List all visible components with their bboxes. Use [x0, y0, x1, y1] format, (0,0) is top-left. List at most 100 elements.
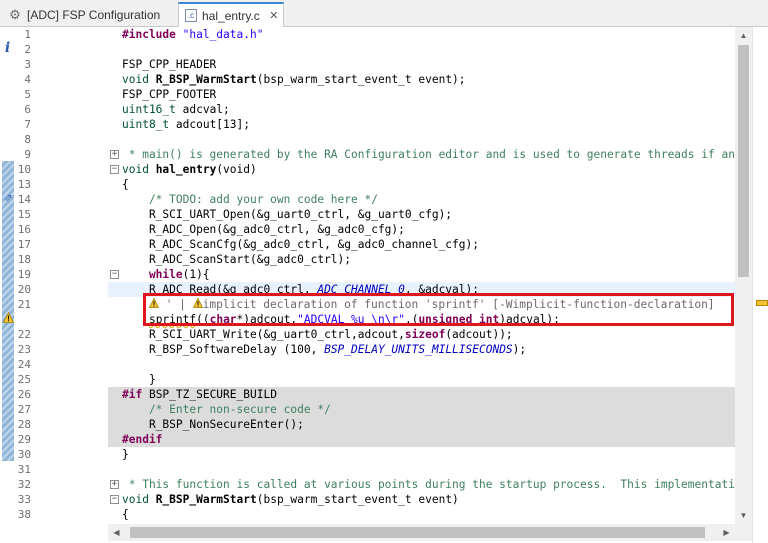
code-token: (bsp_warm_start_event_t event); — [256, 73, 466, 86]
code-token: void — [122, 73, 149, 86]
horizontal-scroll-thumb[interactable] — [130, 527, 705, 538]
scroll-left-icon[interactable]: ◀ — [108, 524, 125, 541]
code-token: BSP_DELAY_UNITS_MILLISECONDS — [324, 343, 513, 356]
code-line: FSP_CPP_HEADER — [122, 58, 217, 71]
code-line: /* Enter non-secure code */ — [108, 402, 735, 417]
code-comment: /* Enter non-secure code */ — [122, 403, 331, 416]
code-line: R_ADC_ScanCfg(&g_adc0_ctrl, &g_adc0_chan… — [122, 238, 479, 251]
overview-ruler[interactable] — [752, 27, 768, 543]
code-token: adcval; — [175, 103, 230, 116]
line-number: 23 — [17, 343, 31, 356]
line-number: 30 — [17, 448, 31, 461]
line-number — [15, 312, 31, 327]
tab-hal-entry-c[interactable]: .c hal_entry.c ✕ — [178, 2, 284, 27]
line-number: 29 — [17, 433, 31, 446]
code-token: sizeof — [404, 328, 446, 341]
warning-marker[interactable] — [756, 300, 768, 306]
close-tab-icon[interactable]: ✕ — [268, 9, 280, 22]
editor-tab-bar: ⚙ [ADC] FSP Configuration .c hal_entry.c… — [0, 0, 768, 27]
code-line: void R_BSP_WarmStart(bsp_warm_start_even… — [108, 72, 735, 87]
code-token: #if — [122, 388, 143, 401]
line-number: 13 — [17, 178, 31, 191]
code-token: hal_entry — [148, 163, 217, 176]
code-line: FSP_CPP_FOOTER — [122, 88, 217, 101]
line-number: 6 — [24, 103, 31, 116]
code-line: { — [122, 508, 129, 521]
line-number: 3 — [24, 58, 31, 71]
code-token: R_BSP_WarmStart — [148, 493, 257, 506]
code-line: { — [122, 178, 129, 191]
code-line: R_BSP_SoftwareDelay (100, BSP_DELAY_UNIT… — [108, 342, 735, 357]
line-number: 19 — [17, 268, 31, 281]
line-number: 22 — [17, 328, 31, 341]
quick-diff-change-bar — [2, 161, 14, 461]
line-number: 24 — [17, 358, 31, 371]
tab-label: hal_entry.c — [202, 8, 260, 23]
code-comment: * main() is generated by the RA Configur… — [128, 148, 735, 161]
line-number: 2 — [24, 43, 31, 56]
line-number: 15 — [17, 208, 31, 221]
code-line: R_BSP_NonSecureEnter(); — [108, 417, 735, 432]
code-token: (1){ — [182, 268, 210, 281]
code-token: void — [122, 163, 149, 176]
line-number: 7 — [24, 118, 31, 131]
code-token: void — [122, 493, 149, 506]
line-number: 10 — [17, 163, 31, 176]
code-editor[interactable]: i ⇗ 1 2 3 4 5 6 7 8 9 10 13 14 15 16 17 … — [0, 27, 768, 543]
scroll-right-icon[interactable]: ▶ — [718, 524, 735, 541]
code-line: R_SCI_UART_Write(&g_uart0_ctrl,adcout,si… — [108, 327, 735, 342]
code-line: uint8_t adcout[13]; — [108, 117, 735, 132]
line-number: 18 — [17, 253, 31, 266]
scrollbar-corner — [735, 524, 752, 541]
warning-icon[interactable] — [2, 311, 15, 323]
code-line: /* TODO: add your own code here */ — [108, 192, 735, 207]
line-number-ruler: 1 2 3 4 5 6 7 8 9 10 13 14 15 16 17 18 1… — [15, 27, 119, 543]
code-token: R_SCI_UART_Write(&g_uart0_ctrl,adcout, — [122, 328, 405, 341]
code-token: uint16_t — [122, 103, 176, 116]
code-token: "hal_data.h" — [175, 28, 264, 41]
info-icon[interactable]: i — [2, 41, 13, 55]
override-indicator-icon[interactable]: ⇗ — [3, 193, 14, 204]
line-number: 38 — [17, 508, 31, 521]
line-number: 32 — [17, 478, 31, 491]
code-line: * This function is called at various poi… — [108, 477, 735, 492]
scroll-down-icon[interactable]: ▼ — [735, 507, 752, 524]
red-highlight-annotation — [143, 293, 734, 326]
line-number: 20 — [17, 283, 31, 296]
gear-icon: ⚙ — [9, 6, 21, 22]
line-number: 16 — [17, 223, 31, 236]
scroll-up-icon[interactable]: ▲ — [735, 27, 752, 44]
horizontal-scrollbar[interactable]: ◀ ▶ — [108, 524, 752, 541]
annotation-ruler: i ⇗ — [0, 27, 15, 543]
code-line: #include "hal_data.h" — [108, 27, 735, 42]
tab-fsp-configuration[interactable]: ⚙ [ADC] FSP Configuration — [2, 2, 170, 27]
vertical-scroll-thumb[interactable] — [738, 45, 749, 277]
code-token: ); — [512, 343, 527, 356]
code-token: (void) — [216, 163, 257, 176]
code-token: R_BSP_SoftwareDelay (100, — [122, 343, 325, 356]
code-comment: /* TODO: add your own code here */ — [122, 193, 378, 206]
code-token: (adcout)); — [445, 328, 513, 341]
code-line: #if BSP_TZ_SECURE_BUILD — [108, 387, 735, 402]
line-number: 21 — [17, 298, 31, 311]
code-text-area[interactable]: #include "hal_data.h" FSP_CPP_HEADER voi… — [108, 27, 735, 524]
code-line: uint16_t adcval; — [108, 102, 735, 117]
line-number: 27 — [17, 403, 31, 416]
code-line: void hal_entry(void) — [108, 162, 735, 177]
line-number: 9 — [24, 148, 31, 161]
line-number: 25 — [17, 373, 31, 386]
code-line: while(1){ — [108, 267, 735, 282]
vertical-scrollbar[interactable]: ▲ ▼ — [735, 27, 752, 524]
code-line: #endif — [108, 432, 735, 447]
code-token: R_BSP_WarmStart — [148, 73, 257, 86]
line-number: 28 — [17, 418, 31, 431]
line-number: 14 — [17, 193, 31, 206]
code-token: uint8_t — [122, 118, 170, 131]
line-number: 5 — [24, 88, 31, 101]
code-token: #endif — [122, 433, 163, 446]
code-line: void R_BSP_WarmStart(bsp_warm_start_even… — [108, 492, 735, 507]
code-line: R_ADC_ScanStart(&g_adc0_ctrl); — [122, 253, 352, 266]
line-number: 31 — [17, 463, 31, 476]
